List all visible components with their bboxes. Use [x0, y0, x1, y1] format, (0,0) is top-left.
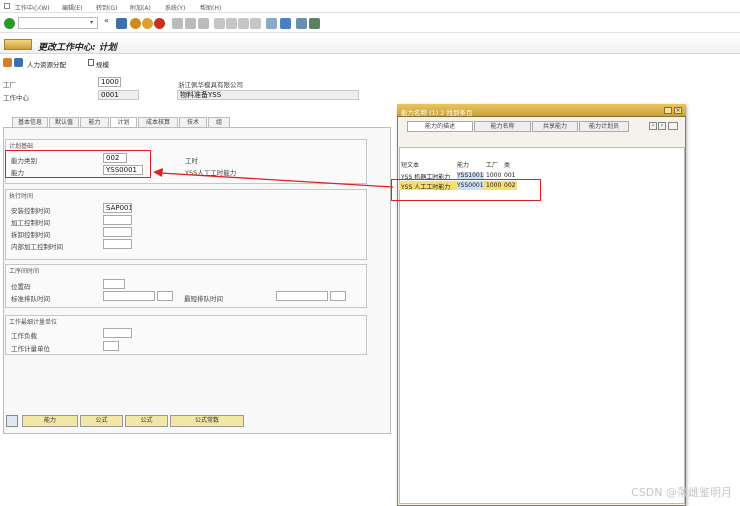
plant-label: 工厂	[3, 81, 16, 89]
teardown-time-field[interactable]	[103, 227, 132, 237]
processing-time-field[interactable]	[103, 215, 132, 225]
row-capacity: YSS1001	[457, 172, 484, 179]
last-page-icon[interactable]	[250, 18, 261, 29]
plant-description: 浙江佩华模具有限公司	[178, 81, 243, 89]
enter-icon[interactable]	[4, 18, 15, 29]
page-title: 更改工作中心: 计划	[38, 43, 117, 53]
column-header-text[interactable]: 短文本	[401, 160, 419, 169]
column-header-capacity[interactable]: 能力	[457, 160, 469, 169]
row-plant: 1000	[486, 172, 502, 179]
group-title: 工序间时间	[9, 268, 40, 275]
popup-tab-capacity-name[interactable]: 能力名称	[474, 121, 531, 132]
group-title: 工作最细计量单位	[9, 319, 58, 326]
hierarchy-icon[interactable]	[3, 58, 12, 67]
standard-queue-unit-field[interactable]	[157, 291, 173, 301]
setup-time-field[interactable]: SAP001	[103, 203, 132, 213]
print-icon[interactable]	[172, 18, 183, 29]
app-menu-icon[interactable]	[4, 3, 10, 9]
shortcut-icon[interactable]	[280, 18, 291, 29]
minimum-queue-unit-field[interactable]	[330, 291, 346, 301]
layout-menu-icon[interactable]	[309, 18, 320, 29]
column-header-plant[interactable]: 工厂	[486, 160, 498, 169]
menu-item-goto[interactable]: 转到(G)	[96, 3, 117, 12]
find-next-icon[interactable]	[198, 18, 209, 29]
cancel-icon[interactable]	[154, 18, 165, 29]
formula-button-2[interactable]: 公式	[125, 415, 168, 427]
close-icon[interactable]: ×	[674, 107, 682, 114]
work-load-label: 工作负载	[11, 332, 37, 340]
minimum-queue-time-field[interactable]	[276, 291, 328, 301]
minimum-queue-time-label: 最短排队时间	[184, 295, 223, 303]
tab-costing[interactable]: 成本核算	[138, 117, 178, 127]
new-session-icon[interactable]	[266, 18, 277, 29]
tab-scroll-left-icon[interactable]: ‹	[649, 122, 657, 130]
popup-tab-description[interactable]: 能力的描述	[407, 121, 473, 132]
highlight-box-left	[5, 150, 151, 178]
capacity-icon[interactable]	[14, 58, 23, 67]
tab-list-icon[interactable]	[668, 122, 678, 130]
trash-icon[interactable]	[6, 415, 18, 427]
first-page-icon[interactable]	[214, 18, 225, 29]
work-unit-field[interactable]	[103, 341, 119, 351]
capacity-allocation-link[interactable]: 人力资源分配	[27, 59, 66, 69]
menu-item-system[interactable]: 系统(Y)	[165, 3, 185, 12]
work-unit-label: 工作计量单位	[11, 345, 50, 353]
find-icon[interactable]	[185, 18, 196, 29]
standard-queue-time-field[interactable]	[103, 291, 155, 301]
standard-queue-time-label: 标准排队时间	[11, 295, 50, 303]
sample-icon[interactable]	[88, 59, 94, 66]
tab-basic-data[interactable]: 基本信息	[12, 117, 48, 127]
maximize-icon[interactable]	[664, 107, 672, 114]
annotation-arrow	[153, 168, 394, 188]
back-icon[interactable]	[130, 18, 141, 29]
processing-time-label: 加工控制时间	[11, 219, 50, 227]
menu-bar: 工作中心(W) 编辑(E) 转到(G) 附加(A) 系统(Y) 帮助(H)	[0, 0, 740, 13]
menu-item-extras[interactable]: 附加(A)	[130, 3, 151, 12]
tab-capacity[interactable]: 能力	[80, 117, 109, 127]
dialog-title: 能力名称 (1) 2 找到条目	[401, 109, 473, 117]
tab-technical[interactable]: 技术	[179, 117, 207, 127]
location-code-field[interactable]	[103, 279, 125, 289]
sap-logo-icon	[4, 39, 32, 50]
next-page-icon[interactable]	[238, 18, 249, 29]
setup-time-label: 安装控制时间	[11, 207, 50, 215]
menu-item-help[interactable]: 帮助(H)	[200, 3, 221, 12]
teardown-time-label: 拆卸控制时间	[11, 231, 50, 239]
highlight-box-right	[391, 179, 541, 201]
popup-tab-capacity-planner[interactable]: 能力计划员	[579, 121, 629, 132]
command-field[interactable]	[18, 17, 98, 29]
work-load-field[interactable]	[103, 328, 132, 338]
popup-tab-shared-capacity[interactable]: 共享能力	[532, 121, 578, 132]
exit-icon[interactable]	[142, 18, 153, 29]
tab-group[interactable]: 组	[208, 117, 230, 127]
previous-page-icon[interactable]	[226, 18, 237, 29]
location-code-label: 位置码	[11, 283, 31, 291]
row-category: 001	[504, 172, 516, 179]
help-icon[interactable]	[296, 18, 307, 29]
watermark: CSDN @薄雌鉴明月	[631, 486, 732, 499]
column-header-category[interactable]: 类	[504, 160, 510, 169]
internal-processing-time-field[interactable]	[103, 239, 132, 249]
sample-link[interactable]: 规模	[96, 59, 109, 69]
plant-field[interactable]: 1000	[98, 77, 121, 87]
chevron-down-icon[interactable]: ▾	[90, 19, 93, 26]
group-title: 执行时间	[9, 193, 34, 200]
group-title: 计划基础	[9, 143, 34, 150]
menu-item-workcenter[interactable]: 工作中心(W)	[15, 3, 50, 12]
tab-scroll-right-icon[interactable]: ›	[658, 122, 666, 130]
work-center-field[interactable]: 0001	[98, 90, 139, 100]
capacity-button[interactable]: 能力	[22, 415, 78, 427]
chevron-left-icon[interactable]: «	[104, 16, 112, 27]
standard-toolbar: «	[0, 13, 740, 33]
work-center-label: 工作中心	[3, 94, 29, 102]
menu-item-edit[interactable]: 编辑(E)	[62, 3, 82, 12]
formula-button-1[interactable]: 公式	[80, 415, 123, 427]
internal-processing-time-label: 内部加工控制时间	[11, 243, 63, 251]
group-work-unit: 工作最细计量单位	[5, 315, 367, 355]
work-center-description: 物料准备YSS	[177, 90, 359, 100]
save-icon[interactable]	[116, 18, 127, 29]
formula-constants-button[interactable]: 公式常数	[170, 415, 244, 427]
tab-default-values[interactable]: 默认值	[49, 117, 79, 127]
